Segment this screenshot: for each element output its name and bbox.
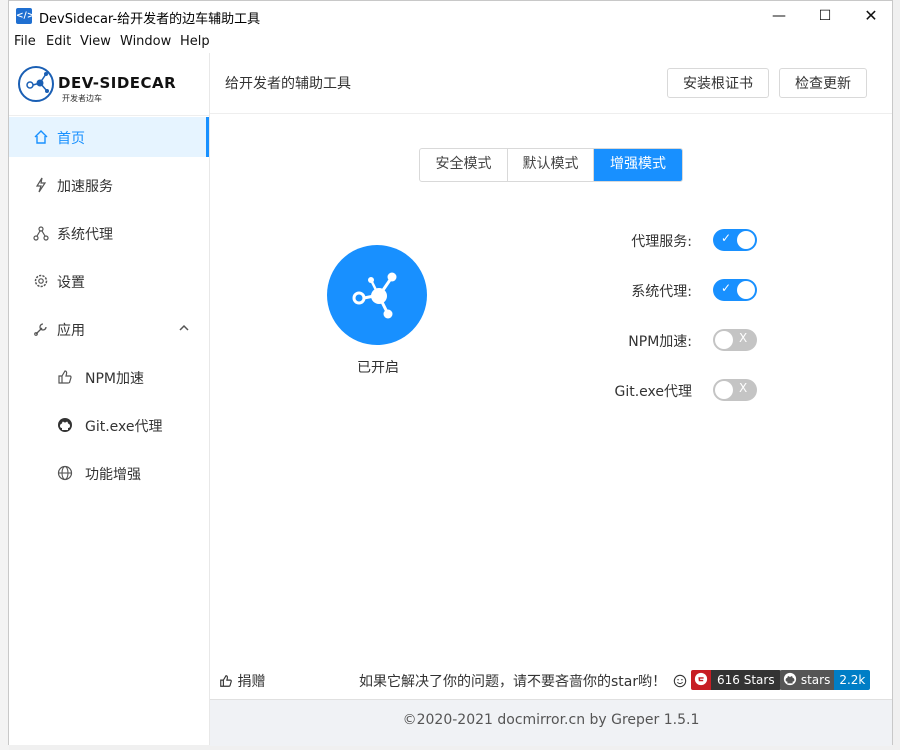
devsidecar-app-icon: </> [16, 8, 34, 24]
switch-knob [737, 231, 755, 249]
sidebar-item-label: 系统代理 [57, 227, 113, 243]
mode-safe[interactable]: 安全模式 [420, 149, 508, 181]
check-update-button[interactable]: 检查更新 [779, 68, 867, 98]
install-cert-button[interactable]: 安装根证书 [667, 68, 769, 98]
switch-knob [715, 331, 733, 349]
mode-selector: 安全模式 默认模式 增强模式 [419, 148, 683, 182]
sidebar-item-label: 功能增强 [85, 467, 141, 483]
home-icon [34, 130, 48, 144]
donate-label: 捐赠 [237, 674, 266, 690]
footer-copyright: ©2020-2021 docmirror.cn by Greper 1.5.1 [402, 712, 700, 728]
sidebar-item-label: 设置 [57, 275, 85, 291]
npm-accel-switch[interactable]: X [713, 329, 757, 351]
system-proxy-switch[interactable]: ✓ [713, 279, 757, 301]
sidebar-subitem-npm[interactable]: NPM加速 [9, 357, 209, 397]
footer: ©2020-2021 docmirror.cn by Greper 1.5.1 [210, 699, 892, 746]
gitee-stars-badge[interactable]: 616 Stars [691, 670, 781, 690]
menu-window[interactable]: Window [120, 34, 171, 49]
sidebar-item-label: 应用 [57, 323, 85, 339]
title-bar[interactable]: </> DevSidecar-给开发者的边车辅助工具 — ☐ ✕ [9, 1, 892, 31]
menu-file[interactable]: File [14, 34, 36, 49]
smile-icon [673, 674, 686, 688]
globe-icon [57, 465, 73, 481]
menu-view[interactable]: View [80, 34, 111, 49]
sidebar-item-label: 首页 [57, 131, 85, 147]
github-stars-badge[interactable]: stars 2.2k [780, 670, 871, 690]
donate-link[interactable]: 捐赠 [219, 671, 265, 691]
menu-edit[interactable]: Edit [46, 34, 71, 49]
sidebar-item-accelerate[interactable]: 加速服务 [9, 165, 209, 205]
promo-label: 如果它解决了你的问题，请不要吝啬你的star哟！ [359, 674, 667, 690]
git-proxy-label: Git.exe代理 [614, 384, 692, 400]
page-title: 给开发者的辅助工具 [225, 76, 351, 92]
network-node-icon [352, 272, 397, 319]
mode-enhanced[interactable]: 增强模式 [594, 149, 682, 181]
github-icon [783, 672, 797, 686]
sidebar-item-label: NPM加速 [85, 371, 144, 387]
system-proxy-label: 系统代理: [631, 284, 692, 300]
logo-subtitle: 开发者边车 [62, 94, 102, 103]
network-icon [33, 226, 49, 241]
gitee-stars-count: 616 Stars [711, 670, 781, 690]
logo-title: DEV-SIDECAR [58, 74, 177, 92]
power-toggle-button[interactable] [327, 245, 427, 345]
switch-on-text: ✓ [721, 231, 732, 245]
proxy-service-label: 代理服务: [631, 234, 692, 250]
maximize-button[interactable]: ☐ [802, 1, 848, 31]
sidebar-subitem-git[interactable]: Git.exe代理 [9, 405, 209, 445]
logo-icon [18, 66, 54, 102]
close-button[interactable]: ✕ [848, 1, 894, 31]
npm-accel-label: NPM加速: [628, 334, 692, 350]
github-icon [58, 418, 72, 432]
github-stars-count: 2.2k [834, 670, 871, 690]
sidebar-item-system-proxy[interactable]: 系统代理 [9, 213, 209, 253]
sidebar-item-label: Git.exe代理 [85, 419, 163, 435]
main-header: 给开发者的辅助工具 安装根证书 检查更新 [210, 53, 892, 114]
star-promo-text: 如果它解决了你的问题，请不要吝啬你的star哟！ [359, 671, 687, 691]
logo-divider [9, 115, 209, 116]
switch-knob [715, 381, 733, 399]
proxy-service-switch[interactable]: ✓ [713, 229, 757, 251]
lightning-icon [35, 177, 47, 193]
gear-icon [34, 274, 48, 288]
github-stars-label-wrap: stars [780, 670, 835, 690]
switch-on-text: ✓ [721, 281, 732, 295]
sidebar-item-apps[interactable]: 应用 [9, 309, 209, 349]
minimize-button[interactable]: — [756, 1, 802, 31]
sidebar-item-home[interactable]: 首页 [9, 117, 209, 157]
chevron-up-icon[interactable] [177, 321, 191, 335]
switch-knob [737, 281, 755, 299]
mode-default[interactable]: 默认模式 [508, 149, 594, 181]
gitee-icon [691, 670, 711, 690]
like-icon [220, 675, 232, 687]
logo: DEV-SIDECAR 开发者边车 [18, 61, 178, 107]
git-proxy-switch[interactable]: X [713, 379, 757, 401]
tool-icon [34, 323, 47, 336]
sidebar-item-settings[interactable]: 设置 [9, 261, 209, 301]
sidebar: DEV-SIDECAR 开发者边车 首页 加速服务 系统代理 设置 应用 NPM… [9, 53, 210, 745]
github-stars-label: stars [800, 673, 831, 687]
app-window: </> DevSidecar-给开发者的边车辅助工具 — ☐ ✕ File Ed… [8, 0, 893, 746]
switch-off-text: X [739, 331, 748, 345]
sidebar-subitem-enhance[interactable]: 功能增强 [9, 453, 209, 493]
menu-help[interactable]: Help [180, 34, 210, 49]
menu-bar: File Edit View Window Help [9, 31, 892, 54]
power-status: 已开启 [357, 360, 399, 376]
switch-off-text: X [739, 381, 748, 395]
window-title: DevSidecar-给开发者的边车辅助工具 [39, 12, 261, 27]
sidebar-item-label: 加速服务 [57, 179, 113, 195]
like-icon [58, 370, 72, 384]
